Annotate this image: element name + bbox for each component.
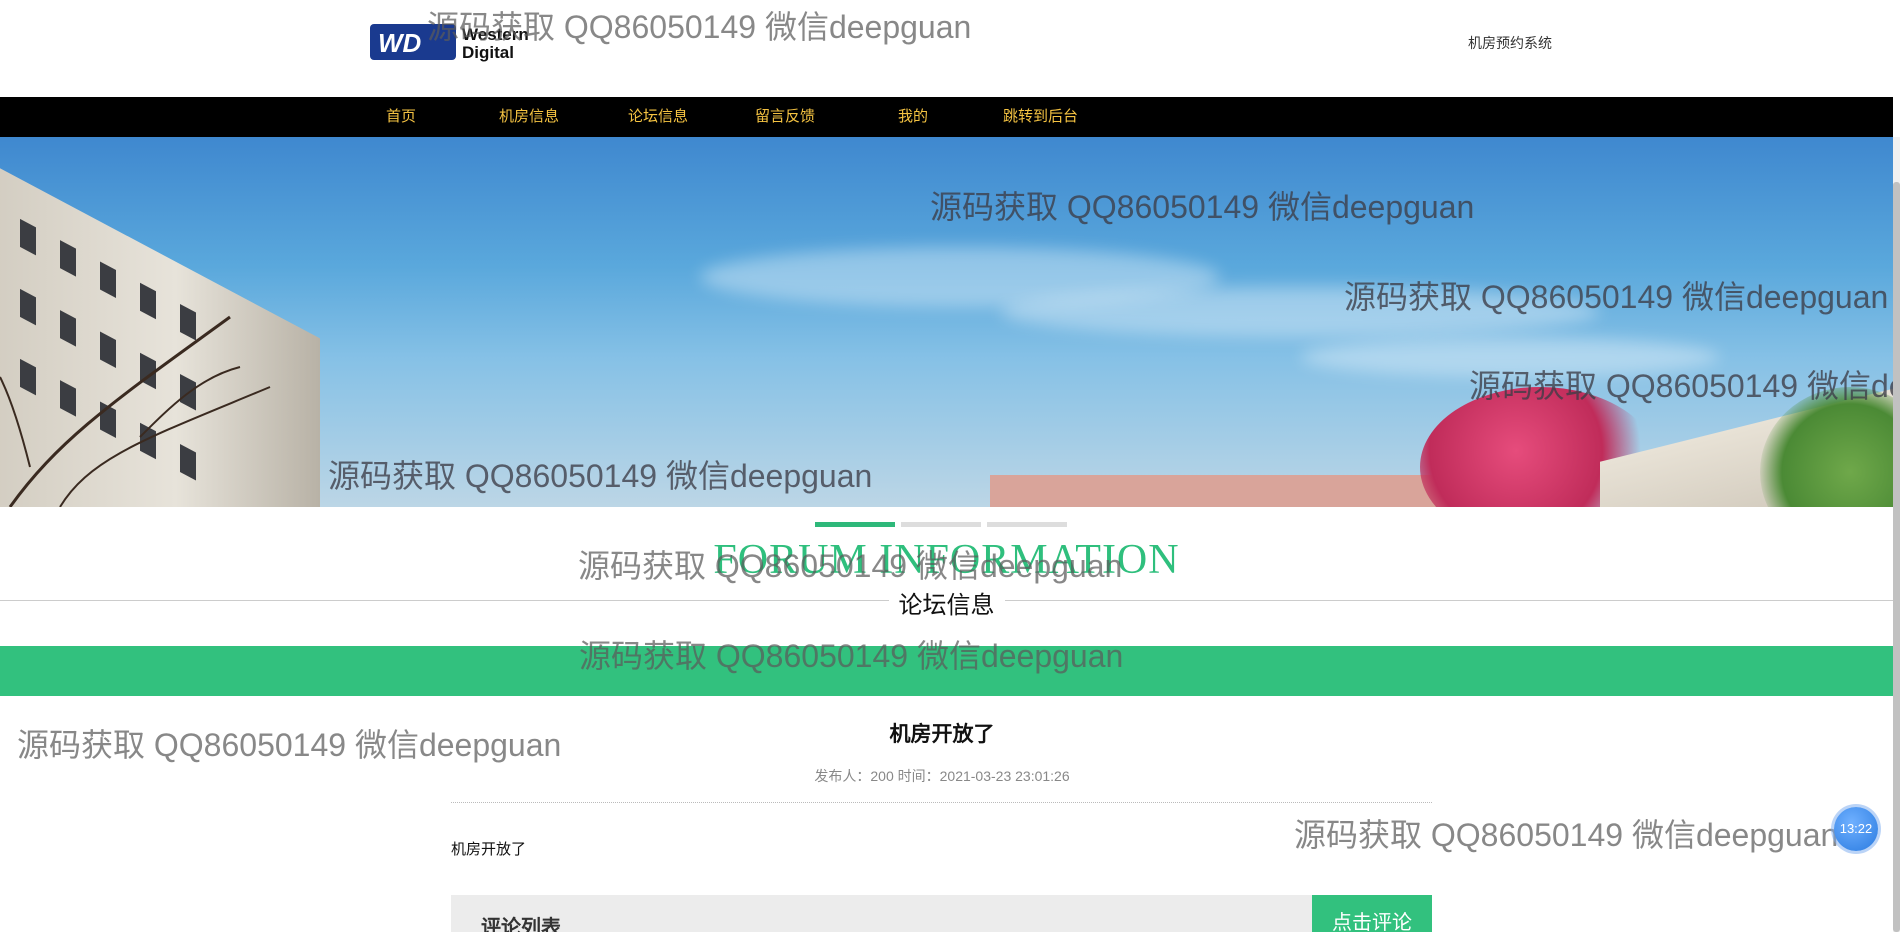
post-content: 机房开放了	[451, 841, 527, 858]
nav-item-home[interactable]: 首页	[386, 97, 416, 137]
green-band	[0, 646, 1893, 696]
clock-badge[interactable]: 13:22	[1834, 807, 1878, 851]
section-title-cn-wrap: 论坛信息	[0, 585, 1893, 620]
nav-item-mine[interactable]: 我的	[898, 97, 928, 137]
carousel-dot-1[interactable]	[815, 522, 895, 527]
post-meta: 发布人：200 时间：2021-03-23 23:01:26	[814, 768, 1070, 784]
section-title-en: FORUM INFORMATION	[713, 537, 1180, 583]
section-title-cn: 论坛信息	[888, 585, 1005, 620]
western-digital-logo[interactable]: WD Western Digital	[370, 22, 560, 62]
tree-green	[1760, 387, 1893, 507]
svg-text:Digital: Digital	[462, 43, 514, 62]
svg-text:WD: WD	[378, 28, 422, 58]
carousel-banner[interactable]	[0, 137, 1893, 507]
comments-header-bar: 评论列表 点击评论	[451, 895, 1432, 932]
watermark-text: 源码获取 QQ86050149 微信deepguan	[1294, 817, 1839, 853]
nav-item-feedback[interactable]: 留言反馈	[755, 97, 815, 137]
tree-branches	[0, 315, 271, 507]
nav-item-admin[interactable]: 跳转到后台	[1003, 97, 1078, 137]
svg-text:Western: Western	[462, 25, 529, 44]
page-scrollbar[interactable]	[1893, 137, 1900, 932]
carousel-dot-3[interactable]	[987, 522, 1067, 527]
wd-logo-icon: WD Western Digital	[370, 24, 529, 62]
page: WD Western Digital 机房预约系统 首页 机房信息 论坛信息 留…	[0, 0, 1893, 932]
site-header: WD Western Digital 机房预约系统	[0, 0, 1893, 97]
main-nav: 首页 机房信息 论坛信息 留言反馈 我的 跳转到后台	[0, 97, 1893, 137]
nav-item-forum[interactable]: 论坛信息	[628, 97, 688, 137]
nav-item-lab-info[interactable]: 机房信息	[499, 97, 559, 137]
comments-title: 评论列表	[481, 917, 561, 932]
scrollbar-thumb[interactable]	[1893, 182, 1900, 932]
carousel-dot-2[interactable]	[901, 522, 981, 527]
add-comment-button[interactable]: 点击评论	[1312, 895, 1432, 932]
post-title: 机房开放了	[889, 723, 995, 746]
system-name: 机房预约系统	[1468, 35, 1552, 51]
post-divider	[451, 802, 1432, 803]
